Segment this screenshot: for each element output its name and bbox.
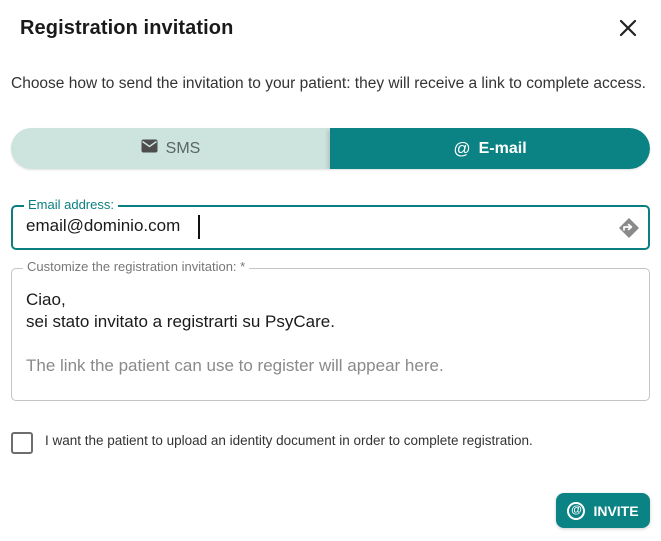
identity-document-checkbox[interactable] [11, 432, 33, 454]
tab-sms[interactable]: SMS [11, 128, 330, 169]
close-icon[interactable] [614, 14, 642, 42]
identity-document-label[interactable]: I want the patient to upload an identity… [45, 433, 533, 448]
invite-button[interactable]: @ INVITE [556, 493, 650, 528]
text-caret [198, 215, 200, 239]
custom-text-line1: Ciao, [26, 290, 66, 309]
dialog-title: Registration invitation [20, 17, 234, 39]
email-field: Email address: [11, 197, 650, 250]
tab-email[interactable]: @ E-mail [330, 128, 650, 169]
custom-invitation-field[interactable]: Customize the registration invitation: *… [11, 259, 650, 401]
link-placeholder-hint: The link the patient can use to register… [26, 356, 444, 375]
custom-invitation-text[interactable]: Ciao, sei stato invitato a registrarti s… [26, 289, 335, 333]
custom-invitation-label: Customize the registration invitation: * [23, 259, 250, 275]
tab-sms-label: SMS [165, 139, 201, 157]
envelope-icon [141, 139, 158, 158]
send-arrow-icon[interactable] [618, 217, 640, 239]
dialog-description: Choose how to send the invitation to you… [11, 75, 646, 92]
send-method-tabs: SMS @ E-mail [11, 128, 650, 169]
email-field-label: Email address: [24, 197, 118, 213]
email-input[interactable] [26, 216, 606, 236]
custom-text-line2: sei stato invitato a registrarti su PsyC… [26, 312, 335, 331]
invite-button-label: INVITE [593, 502, 639, 519]
at-icon: @ [567, 501, 586, 520]
at-icon: @ [453, 138, 471, 158]
tab-email-label: E-mail [478, 139, 527, 157]
